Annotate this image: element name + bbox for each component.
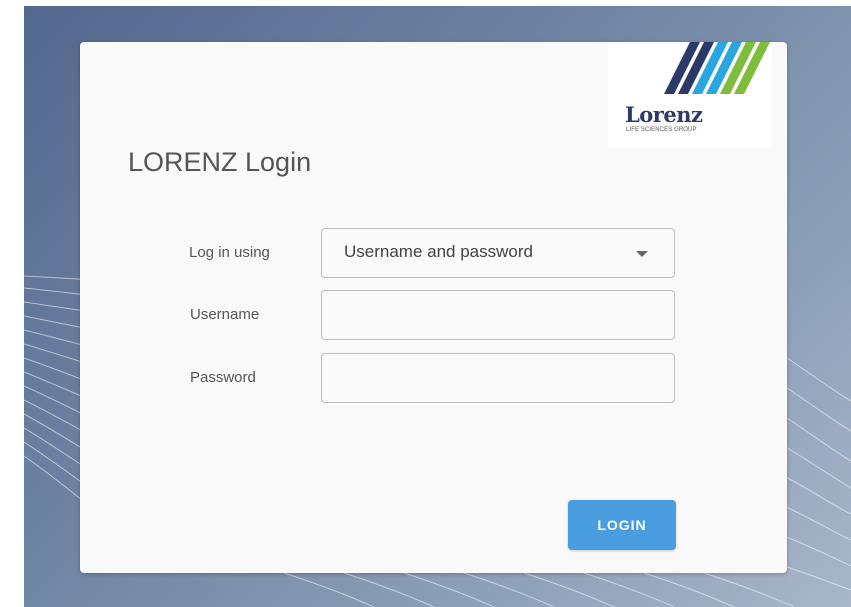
logo-wordmark: Lorenz: [625, 102, 703, 127]
username-field-box: [321, 290, 675, 340]
username-field[interactable]: [322, 291, 674, 339]
lorenz-logo: Lorenz LIFE SCIENCES GROUP: [608, 42, 772, 148]
password-field-box: [321, 353, 675, 403]
password-field[interactable]: [322, 354, 674, 402]
login-method-value: Username and password: [344, 242, 533, 261]
password-label: Password: [190, 369, 256, 386]
logo-subtitle: LIFE SCIENCES GROUP: [626, 127, 697, 133]
login-method-select[interactable]: Username and password: [321, 228, 675, 278]
login-method-label: Log in using: [189, 244, 270, 261]
page-title: LORENZ Login: [128, 147, 312, 177]
login-button[interactable]: LOGIN: [568, 500, 676, 550]
chevron-down-icon: [636, 251, 648, 257]
username-label: Username: [190, 306, 260, 323]
